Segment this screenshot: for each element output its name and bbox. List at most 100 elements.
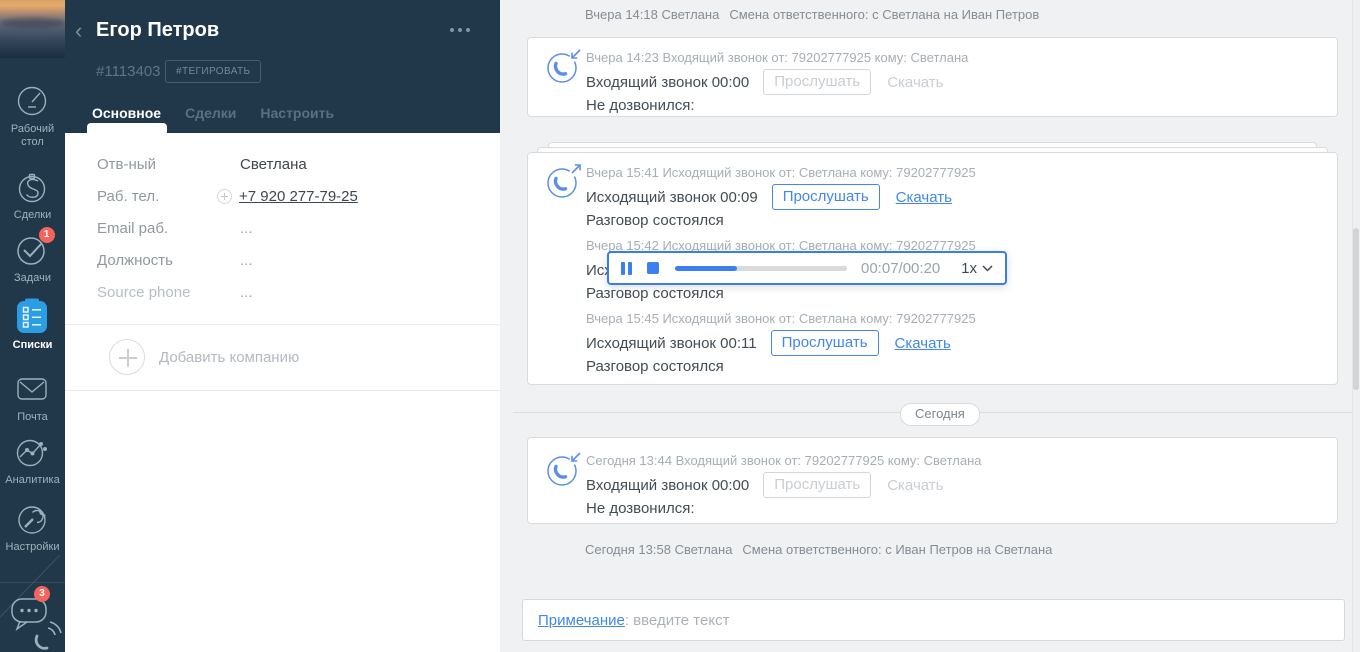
call-entry: Сегодня 13:44 Входящий звонок от: 792027… — [586, 453, 1323, 517]
download-link[interactable]: Скачать — [896, 189, 952, 206]
field-row-source-phone: Source phone ... — [65, 284, 500, 304]
outgoing-call-icon — [544, 161, 584, 201]
tab-setup[interactable]: Настроить — [260, 105, 334, 121]
listen-button[interactable]: Прослушать — [763, 69, 872, 95]
add-phone-icon[interactable] — [217, 189, 232, 204]
field-label: Email раб. — [97, 220, 169, 237]
playback-speed-button[interactable]: 1x — [961, 260, 993, 277]
call-status: Разговор состоялся — [586, 212, 724, 229]
phone-link[interactable]: +7 920 277-79-25 — [239, 188, 358, 205]
note-type-link[interactable]: Примечание — [538, 612, 625, 629]
field-value[interactable]: ... — [240, 252, 253, 269]
call-title: Исходящий звонок 00:11 — [586, 334, 757, 352]
tab-deals[interactable]: Сделки — [185, 105, 236, 121]
call-meta: Вчера 15:41 Исходящий звонок от: Светлан… — [586, 165, 976, 180]
audio-player: 00:07/00:20 1x — [607, 251, 1007, 285]
active-tab-indicator — [87, 123, 167, 133]
call-meta: Сегодня 13:44 Входящий звонок от: 792027… — [586, 453, 982, 468]
field-row-email: Email раб. ... — [65, 220, 500, 240]
incoming-call-icon — [544, 46, 584, 86]
field-label: Source phone — [97, 284, 191, 301]
listen-button[interactable]: Прослушать — [763, 472, 872, 498]
mail-icon — [13, 370, 53, 408]
chevron-down-icon — [982, 264, 993, 272]
field-label: Должность — [97, 252, 173, 269]
add-company-label: Добавить компанию — [159, 348, 300, 366]
note-composer[interactable]: Примечание : введите текст — [522, 599, 1345, 641]
app: Рабочий стол Сделки 1 Задачи Списки Почт… — [0, 0, 1360, 652]
contact-header: ‹ Егор Петров #1113403 #ТЕГИРОВАТЬ Основ… — [65, 0, 500, 133]
field-value[interactable]: ... — [240, 284, 253, 301]
call-status: Разговор состоялся — [586, 285, 724, 302]
contact-name: Егор Петров — [96, 19, 220, 41]
stop-button[interactable] — [647, 262, 659, 274]
divider — [65, 390, 500, 391]
plus-icon — [109, 339, 145, 375]
field-row-work-phone: Раб. тел. +7 920 277-79-25 — [65, 188, 500, 208]
listen-button[interactable]: Прослушать — [770, 330, 879, 356]
download-link[interactable]: Скачать — [895, 335, 951, 352]
scrollbar-track — [1352, 0, 1360, 652]
sidebar-item-label: Задачи — [14, 272, 51, 284]
pause-button[interactable] — [621, 261, 632, 275]
sidebar-item-dashboard[interactable]: Рабочий стол — [0, 82, 65, 149]
sidebar-item-label: Настройки — [5, 541, 60, 553]
field-value[interactable]: Светлана — [240, 156, 307, 173]
call-entry: Вчера 15:45 Исходящий звонок от: Светлан… — [586, 311, 1323, 375]
field-label: Отв-ный — [97, 156, 156, 173]
back-button[interactable]: ‹ — [75, 20, 82, 42]
player-progress-fill — [675, 265, 737, 271]
sidebar-item-tasks[interactable]: 1 Задачи — [0, 227, 65, 285]
chat-badge: 3 — [34, 586, 50, 602]
settings-icon — [13, 500, 53, 538]
contact-tabs: Основное Сделки Настроить — [92, 105, 334, 121]
sidebar-item-deals[interactable]: Сделки — [0, 168, 65, 222]
account-photo[interactable] — [0, 0, 65, 58]
phone-button[interactable] — [31, 618, 65, 652]
sidebar-item-settings[interactable]: Настройки — [0, 500, 65, 554]
deals-icon — [13, 168, 53, 206]
call-status: Разговор состоялся — [586, 358, 724, 375]
call-meta: Вчера 15:45 Исходящий звонок от: Светлан… — [586, 311, 976, 326]
sidebar-item-lists[interactable]: Списки — [0, 298, 65, 352]
progress-bar[interactable] — [675, 265, 847, 271]
listen-button[interactable]: Прослушать — [771, 184, 880, 210]
sidebar-item-mail[interactable]: Почта — [0, 370, 65, 424]
note-placeholder: : введите текст — [624, 611, 730, 629]
more-menu-icon[interactable] — [450, 28, 470, 32]
today-divider: Сегодня — [900, 403, 980, 426]
download-link[interactable]: Скачать — [887, 477, 943, 494]
system-message: Вчера 14:18 Светлана Смена ответственного… — [585, 7, 1040, 22]
sidebar-bottom: 3 — [0, 554, 65, 652]
call-meta: Вчера 14:23 Входящий звонок от: 79202777… — [586, 50, 969, 65]
scrollbar-thumb[interactable] — [1353, 228, 1359, 390]
call-card: Вчера 14:23 Входящий звонок от: 79202777… — [527, 37, 1338, 117]
lists-icon — [13, 298, 53, 336]
player-time: 00:07/00:20 — [861, 259, 941, 277]
download-link[interactable]: Скачать — [887, 74, 943, 91]
call-card: Сегодня 13:44 Входящий звонок от: 792027… — [527, 437, 1338, 524]
sidebar: Рабочий стол Сделки 1 Задачи Списки Почт… — [0, 0, 65, 652]
activity-feed: Вчера 14:18 Светлана Смена ответственного… — [500, 0, 1360, 652]
sidebar-item-label: Почта — [17, 411, 48, 423]
call-status: Не дозвонился: — [586, 500, 695, 517]
field-value[interactable]: ... — [240, 220, 253, 237]
sidebar-item-label: Сделки — [13, 209, 52, 221]
field-label: Раб. тел. — [97, 188, 160, 205]
incoming-call-icon — [544, 449, 584, 489]
field-row-responsible: Отв-ный Светлана — [65, 156, 500, 176]
analytics-icon — [13, 433, 53, 471]
call-title: Входящий звонок 00:00 — [586, 73, 750, 91]
sidebar-item-label: Списки — [12, 339, 53, 351]
call-status: Не дозвонился: — [586, 97, 695, 114]
contact-id: #1113403 — [96, 63, 161, 80]
tab-main[interactable]: Основное — [92, 105, 161, 121]
tag-button[interactable]: #ТЕГИРОВАТЬ — [165, 60, 262, 83]
sidebar-item-label: Рабочий стол — [10, 123, 55, 148]
add-company-button[interactable]: Добавить компанию — [95, 339, 299, 375]
tasks-badge: 1 — [38, 227, 55, 243]
call-title: Исходящий звонок 00:09 — [586, 188, 758, 206]
phone-icon — [34, 621, 62, 650]
sidebar-item-analytics[interactable]: Аналитика — [0, 433, 65, 487]
sidebar-item-label: Аналитика — [5, 474, 60, 486]
